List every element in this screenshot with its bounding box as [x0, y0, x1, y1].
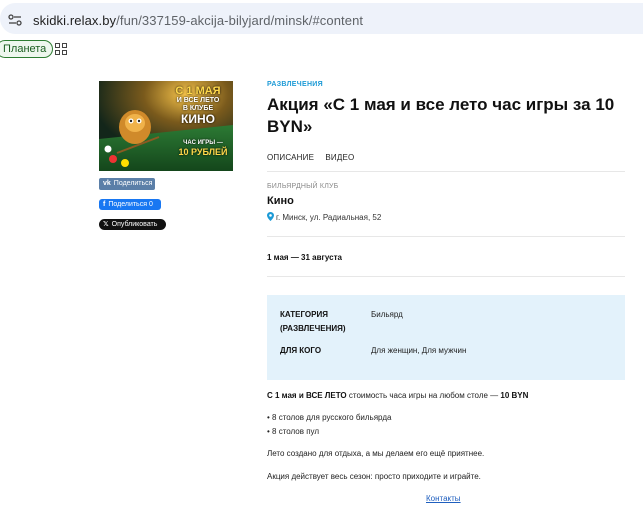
lead-paragraph: С 1 мая и ВСЕ ЛЕТО стоимость часа игры н…	[267, 391, 528, 400]
omnibox[interactable]: skidki.relax.by/fun/337159-akcija-bilyja…	[0, 3, 643, 34]
info-category-label: КАТЕГОРИЯ (РАЗВЛЕЧЕНИЯ)	[280, 308, 346, 336]
tab-description[interactable]: ОПИСАНИЕ	[267, 153, 314, 162]
promo-banner-image: С 1 МАЯ И ВСЕ ЛЕТО В КЛУБЕ КИНО ЧАС ИГРЫ…	[99, 81, 233, 171]
info-box: КАТЕГОРИЯ (РАЗВЛЕЧЕНИЯ) Бильярд ДЛЯ КОГО…	[267, 295, 625, 380]
info-category-label-line1: КАТЕГОРИЯ	[280, 310, 328, 319]
content-tabs: ОПИСАНИЕ ВИДЕО	[267, 153, 363, 162]
share-fb-label: Поделиться 0	[108, 201, 153, 208]
lead-bold: С 1 мая и ВСЕ ЛЕТО	[267, 391, 347, 400]
share-vk-button[interactable]: vk Поделиться	[99, 178, 155, 190]
site-info-icon[interactable]	[8, 14, 22, 26]
share-vk-label: Поделиться	[113, 180, 153, 187]
divider	[267, 276, 625, 277]
divider	[267, 236, 625, 237]
address-bar: skidki.relax.by/fun/337159-akcija-bilyja…	[0, 0, 643, 36]
url-text[interactable]: skidki.relax.by/fun/337159-akcija-bilyja…	[33, 13, 363, 28]
address-text: г. Минск, ул. Радиальная, 52	[276, 213, 382, 222]
contacts-link[interactable]: Контакты	[426, 494, 461, 503]
list-item: • 8 столов пул	[267, 427, 320, 436]
paragraph: Лето создано для отдыха, а мы делаем его…	[267, 449, 485, 458]
bookmark-planeta[interactable]: Планета	[0, 40, 54, 58]
banner-line1: С 1 МАЯ	[175, 85, 221, 97]
info-audience-label: ДЛЯ КОГО	[280, 346, 322, 355]
apps-grid-icon[interactable]	[55, 43, 67, 55]
banner-line2: И ВСЕ ЛЕТО	[176, 97, 220, 104]
promo-dates: 1 мая — 31 августа	[267, 253, 342, 262]
category-link[interactable]: РАЗВЛЕЧЕНИЯ	[267, 81, 323, 88]
venue-type: БИЛЬЯРДНЫЙ КЛУБ	[267, 183, 339, 190]
map-pin-icon	[267, 212, 274, 221]
facebook-icon: f	[103, 201, 106, 208]
banner-line5: ЧАС ИГРЫ —	[183, 140, 223, 146]
tab-video[interactable]: ВИДЕО	[325, 153, 354, 162]
share-facebook-button[interactable]: f Поделиться 0	[99, 199, 161, 210]
banner-line6: 10 РУБЛЕЙ	[178, 147, 228, 157]
lead-text: стоимость часа игры на любом столе —	[346, 391, 501, 400]
page-title: Акция «С 1 мая и все лето час игры за 10…	[267, 95, 615, 136]
info-audience-value: Для женщин, Для мужчин	[371, 346, 467, 355]
paragraph: Акция действует весь сезон: просто прихо…	[267, 472, 481, 481]
x-icon: 𝕏	[103, 221, 109, 228]
info-category-label-line2: (РАЗВЛЕЧЕНИЯ)	[280, 324, 346, 333]
share-x-button[interactable]: 𝕏 Опубликовать	[99, 219, 166, 230]
venue-address[interactable]: г. Минск, ул. Радиальная, 52	[267, 212, 381, 222]
divider	[267, 171, 625, 172]
url-host: skidki.relax.by	[33, 13, 117, 28]
url-path: /fun/337159-akcija-bilyjard/minsk/#conte…	[116, 13, 364, 28]
vk-icon: vk	[103, 180, 111, 187]
info-category-value: Бильярд	[371, 310, 403, 319]
banner-line4: КИНО	[181, 112, 215, 126]
venue-name[interactable]: Кино	[267, 195, 294, 207]
bookmarks-bar: Планета	[0, 36, 643, 62]
share-x-label: Опубликовать	[111, 221, 158, 228]
lead-price: 10 BYN	[500, 391, 529, 400]
list-item: • 8 столов для русского бильярда	[267, 413, 392, 422]
